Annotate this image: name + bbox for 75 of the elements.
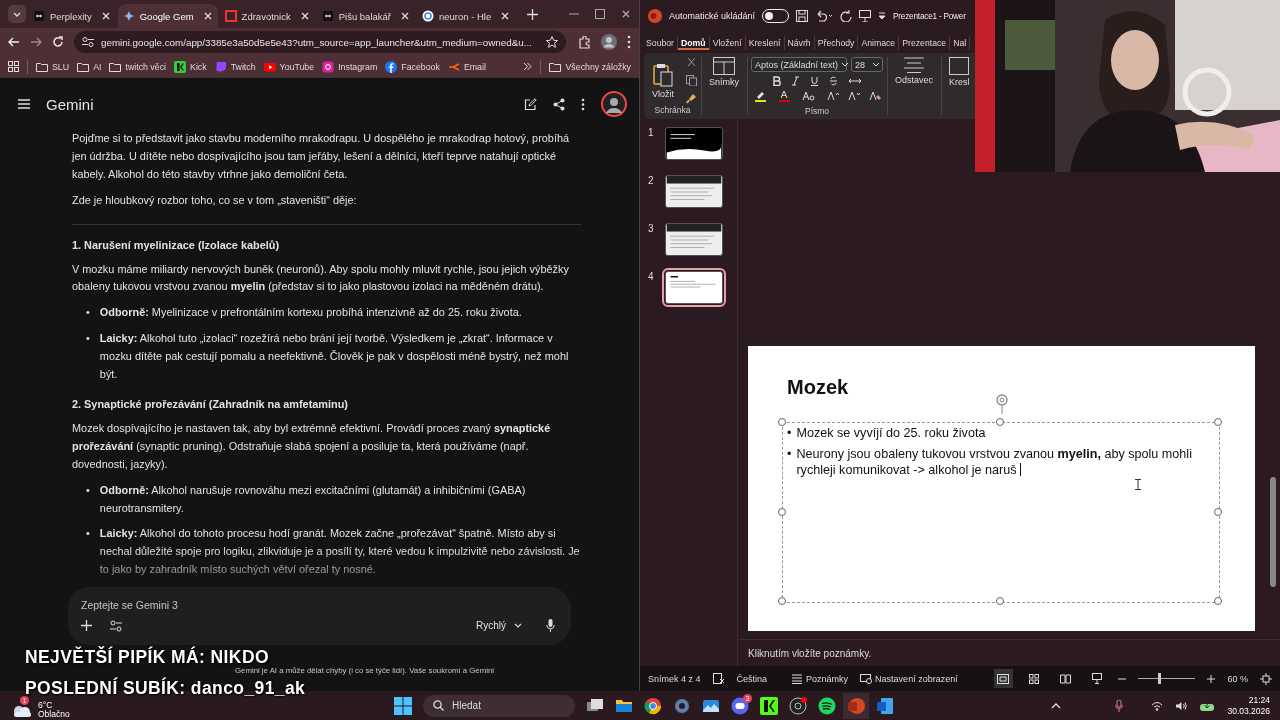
paragraph: V mozku máme miliardy nervových buněk (neuronů). Aby spolu mohly mluvit rychle, jsou jejich výběžky obaleny tukovou vrstvou zvanou myelin (představ si to jako plastovou izolaci na měděném drátu).	[72, 261, 570, 295]
autosave-label: Automatické ukládání	[669, 11, 756, 21]
weather-label: Oblačno	[38, 709, 70, 719]
section-heading: 1. Narušení myelinizace (Izolace kabelů)	[72, 237, 280, 253]
bookmark[interactable]: Kick	[174, 60, 207, 73]
bullet-text: Laicky: Alkohol do tohoto procesu hodí granát. Mozek začne „prořezávat“ špatně. Místo aby si nechal důležité spoje pro logiku, zlikviduje je a posílí ty, které vedou k impulzivitě nebo závislosti. Je to jako by zahradník místo suchých větví ořezal ty nosné.	[99, 526, 581, 578]
overlay-text: NEJVĚTŠÍ PIPÍK MÁ: NIKDO	[25, 647, 270, 667]
slide-number: 2	[648, 175, 653, 186]
ribbon-tab[interactable]: Návrh	[784, 35, 815, 50]
slides-button[interactable]: Snímky	[705, 57, 744, 87]
browser-tab[interactable]: neuron - Hle	[417, 4, 516, 28]
paragraph: Mozek dospívajícího je nastaven tak, aby byl extrémně efektivní. Provádí proces zvaný synaptické prořezávání (synaptic pruning). Odstraňuje slabá spojení a posiluje ta, která používáme (např. dovednosti, jazyky).	[72, 420, 552, 472]
search-field[interactable]: Hledat	[423, 694, 575, 717]
slide-number: 4	[648, 271, 653, 282]
ribbon-tab[interactable]: Vložení	[709, 35, 746, 50]
clock-time: 21:24	[1247, 694, 1270, 706]
clock-date: 30.03.2026	[1227, 705, 1270, 717]
paragraph: Zde je hloubkový rozbor toho, co se v tom „staveništi“ děje:	[72, 192, 358, 208]
language-button[interactable]: Čeština	[736, 673, 768, 684]
view-settings-button[interactable]: Nastavení zobrazení	[860, 673, 958, 684]
document-title: Prezentace1 - Power	[893, 11, 966, 21]
paragraph: Pojďme si to představit jako stavbu moderního mrakodrapu. U dospělého je mrakodrap hotový, probíhá jen údržba. U dítěte nebo dospívajícího jsou tam jeřáby, lešení a dělníci, kteří teprve natahují optické kabely. Alkohol do této stavby vtrhne jako demoliční četa.	[72, 131, 571, 182]
paste-button[interactable]: Vložit	[648, 62, 678, 99]
bullet-text: Odborně: Alkohol narušuje rovnováhu mezi excitačními (glutamát) a inhibičními (GABA) neurotransmitery.	[99, 482, 527, 516]
bullet-text: Laicky: Alkohol tuto „izolaci“ rozežírá nebo brání její tvorbě. Výsledkem je „zkrat“. Informace v mozku dítěte pak cestují pomalu a neefektivně. Člověk je pak v dospělosti méně bystrý, než mohl být.	[99, 331, 570, 383]
overlay-text: POSLEDNÍ SUBÍK: danco_91_ak	[25, 678, 306, 698]
bullet-mark: •	[86, 331, 90, 347]
paragraph-button[interactable]: Odstavec	[891, 57, 938, 85]
bookmark[interactable]: AI	[77, 60, 102, 73]
slide-title: Mozek	[787, 376, 850, 399]
ribbon-tab[interactable]: Soubor	[643, 35, 678, 50]
slide-counter: Snímek 4 z 4	[648, 673, 701, 684]
section-heading: 2. Synaptické prořezávání (Zahradník na amfetaminu)	[72, 396, 349, 412]
address-bar[interactable]: gemini.google.com/app/3385e3a50d5e5e43?utm_source=app_launcher&utm_medium=owned&u...	[74, 31, 566, 53]
bookmark[interactable]: YouTube	[263, 60, 315, 73]
ribbon-tab[interactable]: Kreslení	[745, 35, 785, 50]
app-title: Gemini	[46, 95, 94, 113]
bullet-mark: •	[86, 305, 90, 321]
bullet-mark: •	[787, 446, 792, 463]
ribbon-tab[interactable]: Prezentace	[899, 35, 951, 50]
prompt-box[interactable]: Zeptejte se Gemini 3 Rychlý	[68, 587, 571, 645]
bookmark[interactable]: twitch věci	[109, 60, 166, 73]
slide-canvas[interactable]: Mozek • Mozek se vyvíjí do 25. roku života • Neurony jsou obaleny tukovou vrstvou zvanou myelin, aby spolu mohli rychleji komunikovat -> alkohol je naruš	[748, 346, 1255, 631]
font-name-field[interactable]: Aptos (Základní text)	[751, 57, 848, 72]
browser-tab[interactable]: Zdravotnick	[219, 4, 315, 28]
font-size-field[interactable]: 28	[851, 57, 884, 72]
bookmark[interactable]: Facebook	[385, 60, 440, 73]
group-label: Schránka	[654, 105, 691, 115]
notes-button[interactable]: Poznámky	[791, 673, 849, 684]
bookmark[interactable]: SLU	[36, 60, 70, 73]
bullet-mark: •	[86, 526, 90, 542]
ribbon-tab[interactable]: Nal	[950, 35, 971, 50]
zoom-level: 60 %	[1227, 673, 1248, 684]
bullet-text: Odborně: Myelinizace v prefrontálním kortexu probíhá intenzivně až do 25. roku života.	[99, 305, 522, 321]
group-label: Písmo	[805, 106, 830, 116]
bookmark[interactable]: Všechny záložky	[549, 60, 631, 73]
bullet-mark: •	[787, 425, 792, 441]
slide-number: 3	[648, 223, 653, 234]
ribbon-tab[interactable]: Animace	[858, 35, 900, 50]
bookmark[interactable]: Twitch	[214, 60, 256, 73]
bullet-text: Neurony jsou obaleny tukovou vrstvou zvanou myelin, aby spolu mohli rychleji komunikovat -> alkohol je naruš	[796, 446, 1193, 478]
ribbon-tab[interactable]: Přechody	[814, 35, 859, 50]
temperature: 6°C	[38, 700, 54, 710]
ribbon-tab[interactable]: Domů	[678, 35, 710, 50]
slide-number: 1	[648, 127, 653, 138]
mode-selector[interactable]: Rychlý	[470, 619, 528, 632]
prompt-field[interactable]: Zeptejte se Gemini 3	[81, 597, 555, 613]
bullet-mark: •	[86, 482, 90, 498]
browser-tab[interactable]: Pišu balakář	[316, 4, 415, 28]
browser-tab[interactable]: Google Gem	[117, 4, 218, 28]
bookmark[interactable]: Email	[447, 60, 486, 73]
browser-tab[interactable]: Perplexity	[28, 4, 116, 28]
drawing-button[interactable]: Kresl	[945, 57, 974, 87]
bookmark[interactable]: Instagram	[322, 60, 378, 73]
bullet-text: Mozek se vyvíjí do 25. roku života	[796, 425, 986, 441]
